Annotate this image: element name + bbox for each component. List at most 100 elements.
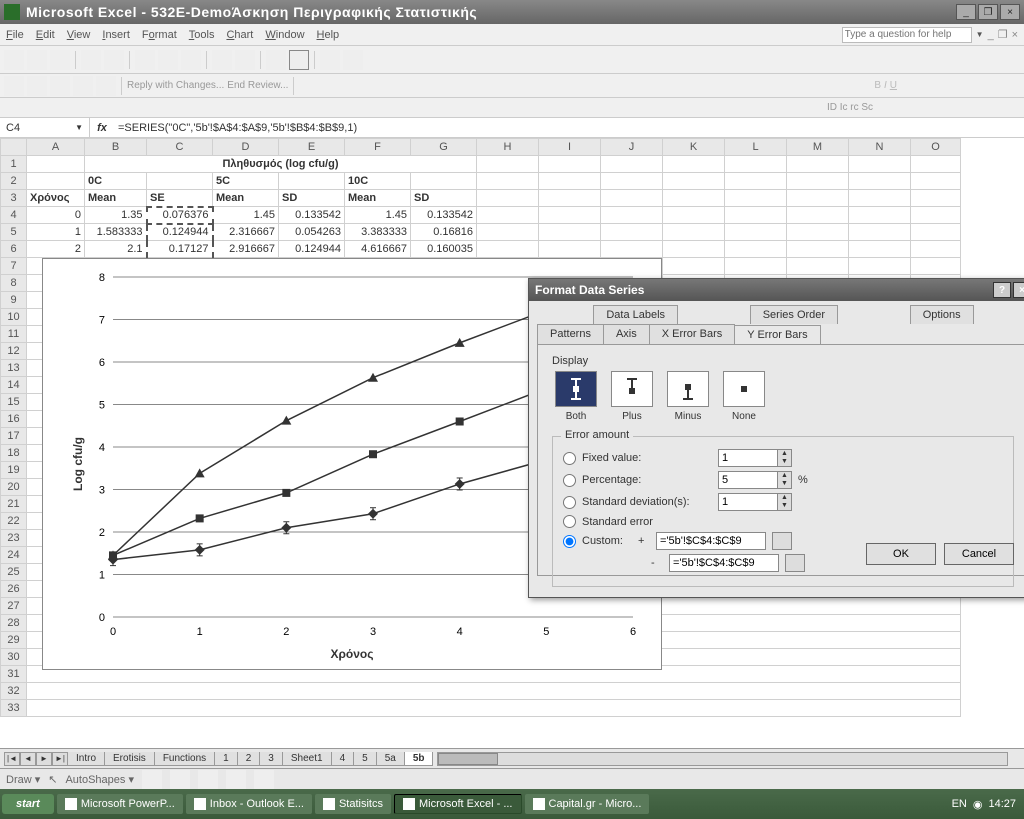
tray-icon[interactable]: ◉ (973, 798, 983, 811)
col-header[interactable]: E (279, 139, 345, 156)
row-header[interactable]: 26 (1, 581, 27, 598)
row-header[interactable]: 20 (1, 479, 27, 496)
menu-file[interactable]: File (6, 29, 24, 41)
percentage-input[interactable] (718, 471, 778, 489)
col-header[interactable]: O (911, 139, 961, 156)
menu-insert[interactable]: Insert (102, 29, 130, 41)
row-header[interactable]: 2 (1, 173, 27, 190)
tab-data-labels[interactable]: Data Labels (593, 305, 678, 324)
sheet-nav-next[interactable]: ► (36, 752, 52, 766)
row-header[interactable]: 10 (1, 309, 27, 326)
radio-stderr[interactable] (563, 515, 576, 528)
row-header[interactable]: 28 (1, 615, 27, 632)
rev-btn-3[interactable] (50, 76, 70, 96)
minimize-button[interactable]: _ (956, 4, 976, 20)
menu-tools[interactable]: Tools (189, 29, 215, 41)
col-header[interactable]: J (601, 139, 663, 156)
open-button[interactable] (27, 50, 47, 70)
row-header[interactable]: 7 (1, 258, 27, 275)
tab-axis[interactable]: Axis (603, 324, 650, 344)
custom-plus-input[interactable] (656, 532, 766, 550)
row-header[interactable]: 15 (1, 394, 27, 411)
taskbar-item[interactable]: Capital.gr - Micro... (525, 794, 650, 814)
row-header[interactable]: 13 (1, 360, 27, 377)
dialog-titlebar[interactable]: Format Data Series ? × (529, 279, 1024, 301)
preview-button[interactable] (104, 50, 124, 70)
stdev-input[interactable] (718, 493, 778, 511)
row-header[interactable]: 25 (1, 564, 27, 581)
col-header[interactable]: C (147, 139, 213, 156)
help-button[interactable] (343, 50, 363, 70)
name-box[interactable]: C4▼ (0, 118, 90, 137)
sheet-tab-functions[interactable]: Functions (154, 752, 215, 766)
doc-close-button[interactable]: × (1012, 29, 1018, 41)
taskbar-item[interactable]: Inbox - Outlook E... (186, 794, 312, 814)
row-header[interactable]: 6 (1, 241, 27, 258)
col-header[interactable]: F (345, 139, 411, 156)
print-button[interactable] (81, 50, 101, 70)
display-none[interactable]: None (720, 371, 768, 422)
ref-button-minus[interactable] (785, 554, 805, 572)
menu-format[interactable]: Format (142, 29, 177, 41)
row-header[interactable]: 5 (1, 224, 27, 241)
taskbar-item[interactable]: Statisitcs (315, 794, 391, 814)
sheet-tab-5a[interactable]: 5a (376, 752, 405, 766)
sheet-tab-5[interactable]: 5 (353, 752, 377, 766)
col-header[interactable]: G (411, 139, 477, 156)
col-header[interactable]: B (85, 139, 147, 156)
row-header[interactable]: 4 (1, 207, 27, 224)
formula-input[interactable]: =SERIES("0C",'5b'!$A$4:$A$9,'5b'!$B$4:$B… (114, 122, 1024, 134)
zoom-button[interactable] (320, 50, 340, 70)
taskbar-item[interactable]: Microsoft Excel - ... (394, 794, 522, 814)
select-objects-icon[interactable]: ↖ (48, 773, 57, 786)
sheet-tab-sheet1[interactable]: Sheet1 (282, 752, 332, 766)
row-header[interactable]: 31 (1, 666, 27, 683)
sheet-nav-last[interactable]: ►| (52, 752, 68, 766)
help-search-input[interactable] (842, 27, 972, 43)
dialog-close-button[interactable]: × (1013, 282, 1024, 298)
rev-btn-2[interactable] (27, 76, 47, 96)
row-header[interactable]: 32 (1, 683, 27, 700)
col-header[interactable]: H (477, 139, 539, 156)
radio-fixed-value[interactable] (563, 452, 576, 465)
reply-changes-button[interactable]: Reply with Changes... (127, 80, 224, 91)
tab-y-error-bars[interactable]: Y Error Bars (734, 325, 820, 345)
menu-edit[interactable]: Edit (36, 29, 55, 41)
display-plus[interactable]: Plus (608, 371, 656, 422)
menu-help[interactable]: Help (317, 29, 340, 41)
doc-minimize-button[interactable]: _ (988, 29, 994, 41)
rev-btn-1[interactable] (4, 76, 24, 96)
row-header[interactable]: 21 (1, 496, 27, 513)
row-header[interactable]: 3 (1, 190, 27, 207)
redo-button[interactable] (235, 50, 255, 70)
undo-button[interactable] (212, 50, 232, 70)
cancel-button[interactable]: Cancel (944, 543, 1014, 565)
row-header[interactable]: 19 (1, 462, 27, 479)
row-header[interactable]: 29 (1, 632, 27, 649)
col-header[interactable]: K (663, 139, 725, 156)
row-header[interactable]: 23 (1, 530, 27, 547)
row-header[interactable]: 9 (1, 292, 27, 309)
tab-options[interactable]: Options (910, 305, 974, 324)
textbox-icon[interactable] (254, 770, 274, 790)
doc-restore-button[interactable]: ❐ (998, 28, 1008, 41)
arrow-icon[interactable] (170, 770, 190, 790)
row-header[interactable]: 12 (1, 343, 27, 360)
rectangle-icon[interactable] (198, 770, 218, 790)
dialog-help-button[interactable]: ? (993, 282, 1011, 298)
radio-percentage[interactable] (563, 474, 576, 487)
radio-stdev[interactable] (563, 496, 576, 509)
col-header[interactable]: L (725, 139, 787, 156)
fixed-value-input[interactable] (718, 449, 778, 467)
sheet-tab-erotisis[interactable]: Erotisis (104, 752, 155, 766)
line-icon[interactable] (142, 770, 162, 790)
menu-view[interactable]: View (67, 29, 91, 41)
sheet-tab-4[interactable]: 4 (331, 752, 355, 766)
oval-icon[interactable] (226, 770, 246, 790)
lang-indicator[interactable]: EN (952, 798, 967, 810)
system-tray[interactable]: EN ◉ 14:27 (946, 798, 1022, 811)
col-header[interactable]: A (27, 139, 85, 156)
tab-x-error-bars[interactable]: X Error Bars (649, 324, 736, 344)
ref-button-plus[interactable] (772, 532, 792, 550)
radio-custom[interactable] (563, 535, 576, 548)
